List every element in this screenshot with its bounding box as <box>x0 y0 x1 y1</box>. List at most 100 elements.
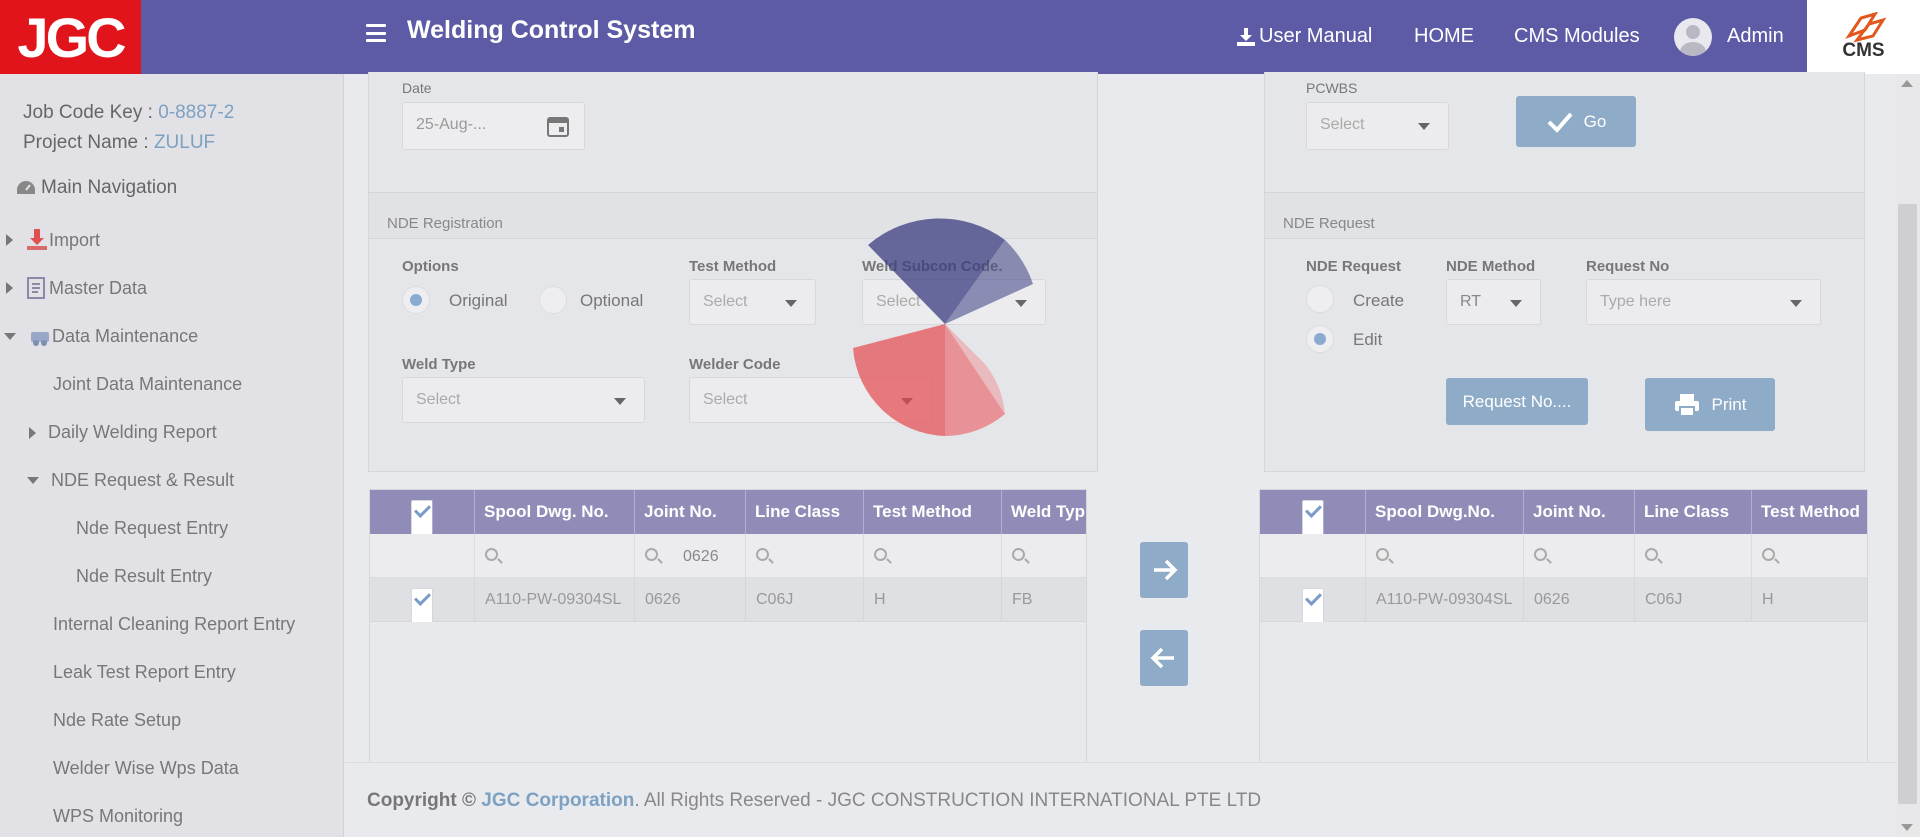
copyright-label: Copyright © <box>367 790 476 811</box>
cms-logo: CMS <box>1807 0 1920 74</box>
sidebar-item-joint-data-maintenance[interactable]: Joint Data Maintenance <box>53 374 242 395</box>
sidebar-item-nde-request-entry[interactable]: Nde Request Entry <box>76 518 228 539</box>
weld-type-label: Weld Type <box>402 356 476 373</box>
request-no-label: Request No <box>1586 258 1670 275</box>
pcwbs-value: Select <box>1320 116 1365 133</box>
cms-modules-link[interactable]: CMS Modules <box>1514 25 1640 48</box>
user-manual-link[interactable]: User Manual <box>1236 25 1372 48</box>
go-button[interactable]: Go <box>1516 96 1636 147</box>
hamburger-menu-icon[interactable] <box>366 24 386 42</box>
filter-test-method[interactable] <box>1752 534 1867 578</box>
column-header[interactable]: Test Method <box>864 490 1002 534</box>
sidebar-item-welder-wise-wps[interactable]: Welder Wise Wps Data <box>53 758 239 779</box>
check-icon <box>1547 112 1573 133</box>
row-checkbox-cell[interactable] <box>370 578 475 622</box>
sidebar-item-label: Leak Test Report Entry <box>53 662 236 682</box>
scroll-up-icon[interactable] <box>1901 80 1913 87</box>
row-checkbox[interactable] <box>411 588 433 622</box>
cell-joint: 0626 <box>1524 578 1635 622</box>
calendar-icon[interactable] <box>546 114 570 138</box>
filter-cell <box>370 534 475 578</box>
filter-spool[interactable] <box>475 534 635 578</box>
sidebar-item-master-data[interactable]: Master Data <box>6 276 147 300</box>
dropdown-caret-icon <box>785 300 797 307</box>
row-checkbox[interactable] <box>1301 588 1324 622</box>
move-left-button[interactable] <box>1140 630 1188 686</box>
table-row[interactable]: A110-PW-09304SL 0626 C06J H FB <box>370 578 1086 622</box>
select-all-checkbox-cell[interactable] <box>370 490 475 534</box>
sidebar-item-leak-test[interactable]: Leak Test Report Entry <box>53 662 236 683</box>
select-all-checkbox[interactable] <box>411 500 433 534</box>
sidebar-item-import[interactable]: Import <box>6 228 100 252</box>
option-optional-radio[interactable] <box>539 286 567 314</box>
request-no-button[interactable]: Request No.... <box>1446 378 1588 425</box>
sidebar-item-nde-request-result[interactable]: NDE Request & Result <box>27 470 234 491</box>
filter-test-method[interactable] <box>864 534 1002 578</box>
filter-line-class[interactable] <box>746 534 864 578</box>
filter-weld-type[interactable] <box>1002 534 1086 578</box>
main-navigation-header[interactable]: Main Navigation <box>15 177 177 199</box>
column-header[interactable]: Test Method <box>1752 490 1867 534</box>
job-code-value: 0-8887-2 <box>158 102 235 123</box>
column-header[interactable]: Line Class <box>1635 490 1752 534</box>
table-row[interactable]: A110-PW-09304SL 0626 C06J H <box>1260 578 1867 622</box>
sidebar-item-label: Welder Wise Wps Data <box>53 758 239 778</box>
data-maintenance-icon <box>31 332 49 346</box>
search-icon <box>756 548 769 561</box>
nde-method-label: NDE Method <box>1446 258 1536 275</box>
option-original-radio[interactable] <box>402 286 430 314</box>
filter-joint[interactable] <box>1524 534 1635 578</box>
corporation-link[interactable]: JGC Corporation <box>481 790 634 811</box>
user-name[interactable]: Admin <box>1727 25 1784 48</box>
sidebar-item-internal-cleaning[interactable]: Internal Cleaning Report Entry <box>53 614 295 635</box>
dropdown-caret-icon <box>1418 123 1430 130</box>
select-all-checkbox[interactable] <box>1301 500 1324 534</box>
scrollbar-thumb[interactable] <box>1898 204 1917 804</box>
sidebar-item-label: Master Data <box>49 277 148 298</box>
sidebar-item-nde-result-entry[interactable]: Nde Result Entry <box>76 566 212 587</box>
sidebar-item-nde-rate-setup[interactable]: Nde Rate Setup <box>53 710 181 731</box>
column-header[interactable]: Weld Typ <box>1002 490 1086 534</box>
page-vertical-scrollbar[interactable] <box>1895 74 1920 837</box>
main-navigation-label: Main Navigation <box>41 177 178 198</box>
print-button[interactable]: Print <box>1645 378 1775 431</box>
select-all-checkbox-cell[interactable] <box>1260 490 1366 534</box>
cell-line-class: C06J <box>1635 578 1752 622</box>
sidebar-item-data-maintenance[interactable]: Data Maintenance <box>4 324 198 348</box>
nde-method-select[interactable]: RT <box>1446 279 1541 325</box>
download-icon <box>1237 27 1255 46</box>
sidebar-item-wps-monitoring[interactable]: WPS Monitoring <box>53 806 183 827</box>
column-header[interactable]: Spool Dwg. No. <box>475 490 635 534</box>
home-link[interactable]: HOME <box>1414 25 1474 48</box>
footer-rights-text: . All Rights Reserved - JGC CONSTRUCTION… <box>634 790 1262 811</box>
sidebar-item-label: WPS Monitoring <box>53 806 184 826</box>
filter-spool[interactable] <box>1366 534 1524 578</box>
test-method-select[interactable]: Select <box>689 279 816 325</box>
search-icon <box>1534 548 1547 561</box>
pcwbs-select[interactable]: Select <box>1306 102 1449 150</box>
edit-label: Edit <box>1353 330 1383 349</box>
cell-spool: A110-PW-09304SL <box>1366 578 1524 622</box>
date-picker[interactable]: 25-Aug-... <box>402 102 585 150</box>
pcwbs-filter-panel: PCWBS Select Go <box>1264 72 1865 193</box>
job-code-label: Job Code Key : <box>23 102 153 123</box>
column-header[interactable]: Line Class <box>746 490 864 534</box>
move-right-button[interactable] <box>1140 542 1188 598</box>
column-header[interactable]: Joint No. <box>1524 490 1635 534</box>
filter-joint[interactable]: 0626 <box>635 534 746 578</box>
column-header[interactable]: Spool Dwg.No. <box>1366 490 1524 534</box>
weld-type-select[interactable]: Select <box>402 377 645 423</box>
scroll-down-icon[interactable] <box>1901 824 1913 831</box>
user-avatar[interactable] <box>1674 18 1712 56</box>
filter-line-class[interactable] <box>1635 534 1752 578</box>
create-radio[interactable] <box>1306 285 1334 313</box>
sidebar-item-daily-welding-report[interactable]: Daily Welding Report <box>29 422 217 443</box>
edit-radio[interactable] <box>1306 325 1334 353</box>
request-no-select[interactable]: Type here <box>1586 279 1821 325</box>
row-checkbox-cell[interactable] <box>1260 578 1366 622</box>
cell-test-method: H <box>1762 591 1774 608</box>
expand-arrow-icon <box>6 282 13 294</box>
column-header[interactable]: Joint No. <box>635 490 746 534</box>
jgc-logo[interactable]: JGC <box>0 0 141 74</box>
sidebar-item-label: Data Maintenance <box>52 325 199 346</box>
